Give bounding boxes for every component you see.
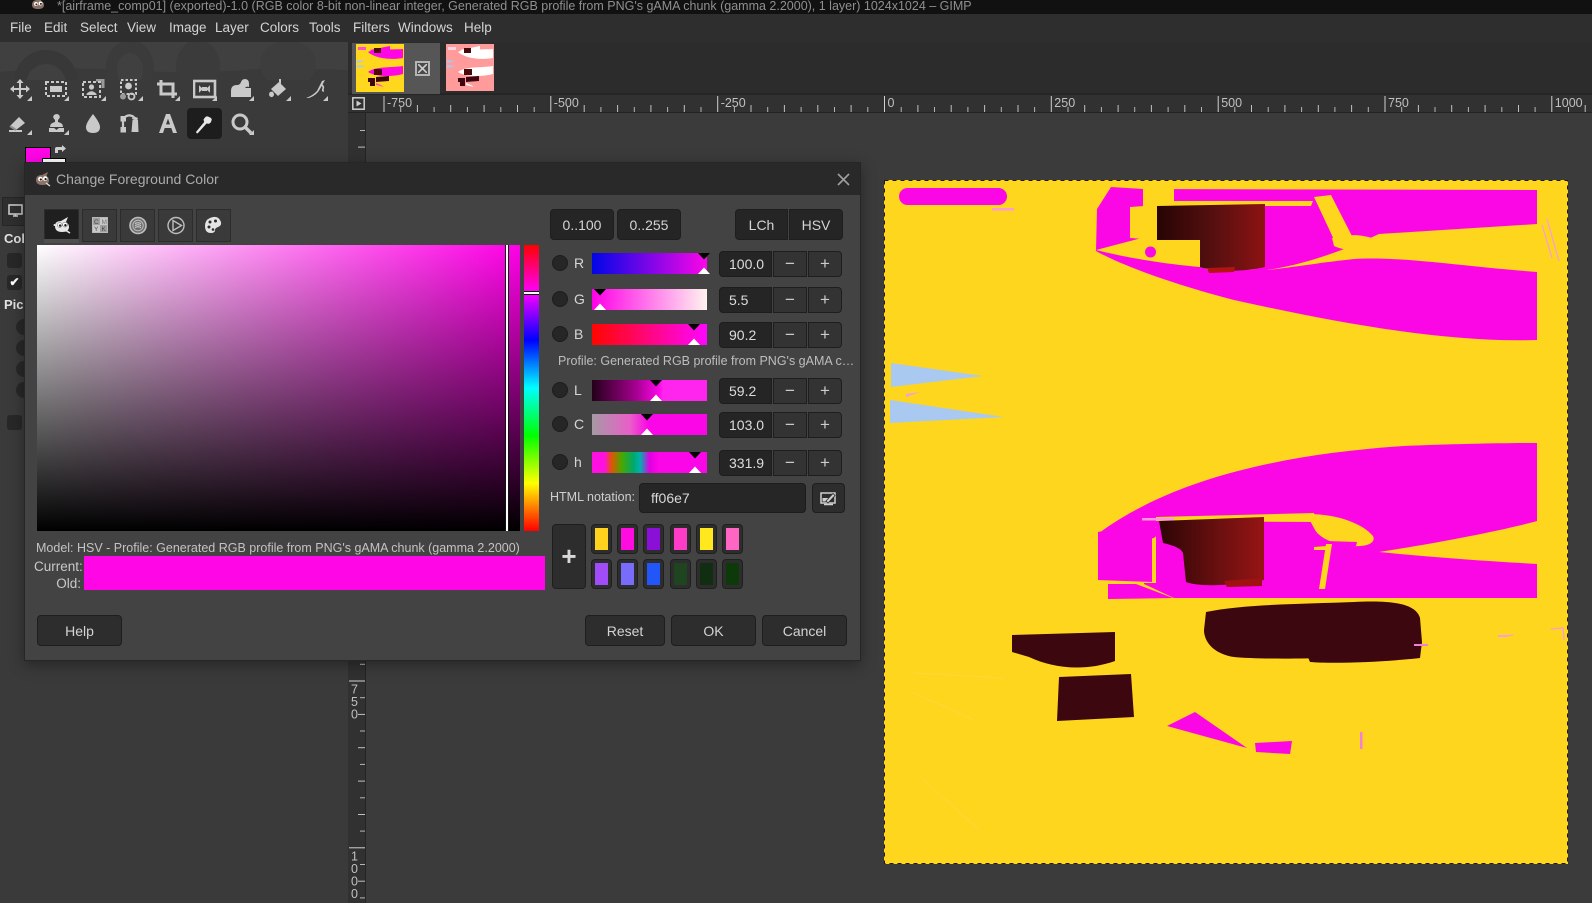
svg-text:500: 500 [1221,96,1242,110]
svg-text:0: 0 [351,708,358,722]
svg-text:0: 0 [888,96,895,110]
svg-text:250: 250 [1054,96,1075,110]
svg-text:Y: Y [94,226,99,233]
svg-text:C: C [94,219,99,226]
svg-text:0: 0 [351,887,358,901]
svg-text:-750: -750 [387,96,412,110]
svg-text:750: 750 [1388,96,1409,110]
svg-text:-500: -500 [554,96,579,110]
svg-text:-250: -250 [721,96,746,110]
svg-text:K: K [102,226,107,233]
svg-text:M: M [102,219,107,226]
